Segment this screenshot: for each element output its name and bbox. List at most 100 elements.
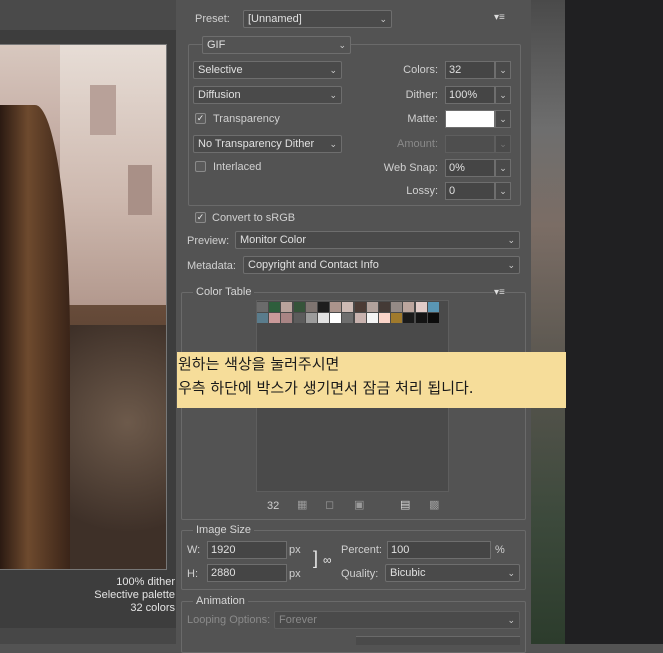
preview-label: Preview: (187, 235, 230, 247)
format-value: GIF (207, 39, 226, 51)
color-swatch[interactable] (318, 302, 329, 312)
color-swatch[interactable] (293, 313, 305, 323)
lock-icon[interactable]: ▣ (354, 498, 364, 511)
link-icon[interactable]: ∞ (323, 553, 332, 567)
color-swatch[interactable] (330, 302, 342, 312)
chevron-down-icon: ⌄ (507, 615, 515, 625)
color-swatch[interactable] (342, 313, 354, 323)
color-swatch[interactable] (379, 302, 390, 312)
lossy-input[interactable]: 0 (445, 182, 495, 200)
color-count: 32 (267, 500, 280, 512)
preview-info-annotation: 100% dither Selective palette 32 colors (94, 576, 175, 615)
interlaced-label: Interlaced (213, 161, 262, 173)
new-color-icon[interactable]: ▤ (400, 498, 410, 511)
dither-algorithm-value: Diffusion (198, 89, 241, 101)
color-swatch[interactable] (366, 313, 378, 323)
animation-title: Animation (193, 595, 248, 607)
lossy-label: Lossy: (406, 185, 438, 197)
colors-dropdown-button[interactable]: ⌄ (495, 61, 511, 79)
web-snap-dropdown-button[interactable]: ⌄ (495, 159, 511, 177)
dither-label: Dither: (405, 89, 438, 101)
matte-dropdown-button[interactable]: ⌄ (495, 110, 511, 128)
colors-input[interactable]: 32 (445, 61, 495, 79)
width-input[interactable]: 1920 (207, 541, 287, 559)
looping-options-dropdown: Forever ⌄ (274, 611, 520, 629)
color-swatch[interactable] (391, 302, 403, 312)
colors-label: Colors: (403, 64, 438, 76)
color-swatch[interactable] (342, 302, 354, 312)
preset-label: Preset: (195, 13, 230, 25)
quality-value: Bicubic (390, 567, 426, 579)
matte-color-swatch[interactable] (445, 110, 495, 128)
color-swatch[interactable] (403, 302, 415, 312)
color-reduction-dropdown[interactable]: Selective ⌄ (193, 61, 342, 79)
preset-dropdown[interactable]: [Unnamed] ⌄ (243, 10, 392, 28)
color-swatch[interactable] (305, 313, 317, 323)
preview-photo-window (90, 85, 116, 135)
color-swatch[interactable] (391, 313, 403, 323)
image-size-title: Image Size (193, 524, 255, 536)
dither-input[interactable]: 100% (445, 86, 495, 104)
color-swatch[interactable] (330, 313, 342, 323)
quality-dropdown[interactable]: Bicubic ⌄ (385, 564, 520, 582)
color-swatch[interactable] (427, 313, 439, 323)
preview-info-dither: 100% dither (116, 576, 175, 588)
dither-dropdown-button[interactable]: ⌄ (495, 86, 511, 104)
color-table-menu-icon[interactable]: ▾≡ (494, 287, 505, 298)
color-swatch[interactable] (281, 313, 293, 323)
interlaced-checkbox[interactable] (195, 161, 206, 172)
color-table-title: Color Table (193, 286, 255, 298)
color-swatch[interactable] (415, 302, 427, 312)
constrain-bracket-icon: ] (313, 548, 319, 568)
web-safe-icon[interactable]: ▦ (297, 498, 307, 511)
web-snap-label: Web Snap: (383, 162, 438, 174)
width-label: W: (187, 544, 201, 556)
color-swatch[interactable] (403, 313, 415, 323)
color-swatch[interactable] (305, 302, 317, 312)
color-swatch[interactable] (354, 313, 366, 323)
quality-label: Quality: (341, 568, 379, 580)
metadata-label: Metadata: (187, 260, 236, 272)
color-swatch[interactable] (269, 302, 281, 312)
preview-info-colors: 32 colors (130, 602, 175, 614)
color-swatch[interactable] (379, 313, 390, 323)
percent-label: Percent: (341, 544, 382, 556)
chevron-down-icon: ⌄ (507, 568, 515, 578)
amount-label: Amount: (397, 138, 438, 150)
color-swatch[interactable] (257, 302, 268, 312)
optimized-image-preview[interactable] (0, 44, 167, 570)
chevron-down-icon: ⌄ (329, 65, 337, 75)
transparency-dither-dropdown[interactable]: No Transparency Dither ⌄ (193, 135, 342, 153)
color-swatch[interactable] (281, 302, 293, 312)
color-swatch[interactable] (318, 313, 329, 323)
width-unit: px (289, 544, 301, 556)
amount-input (445, 135, 495, 153)
transparency-checkbox[interactable]: ✓ (195, 113, 206, 124)
looping-value: Forever (279, 614, 317, 626)
chevron-down-icon: ⌄ (329, 139, 337, 149)
color-swatch[interactable] (354, 302, 366, 312)
color-swatch[interactable] (366, 302, 378, 312)
format-dropdown[interactable]: GIF ⌄ (202, 36, 351, 54)
lossy-dropdown-button[interactable]: ⌄ (495, 182, 511, 200)
dither-algorithm-dropdown[interactable]: Diffusion ⌄ (193, 86, 342, 104)
metadata-dropdown[interactable]: Copyright and Contact Info ⌄ (243, 256, 520, 274)
preview-dropdown[interactable]: Monitor Color ⌄ (235, 231, 520, 249)
panel-menu-icon[interactable]: ▾≡ (494, 12, 505, 23)
convert-srgb-checkbox[interactable]: ✓ (195, 212, 206, 223)
trash-icon[interactable]: ▩ (429, 498, 439, 511)
chevron-down-icon: ⌄ (338, 40, 346, 50)
color-swatch[interactable] (415, 313, 427, 323)
matte-label: Matte: (407, 113, 438, 125)
height-input[interactable]: 2880 (207, 564, 287, 582)
color-swatch[interactable] (293, 302, 305, 312)
transparency-dither-value: No Transparency Dither (198, 138, 315, 150)
web-snap-input[interactable]: 0% (445, 159, 495, 177)
color-swatch[interactable] (269, 313, 281, 323)
original-image-strip (531, 0, 565, 644)
percent-input[interactable]: 100 (387, 541, 491, 559)
preview-photo-window (128, 165, 152, 215)
web-shift-cube-icon[interactable]: ◻ (325, 498, 334, 511)
color-swatch[interactable] (427, 302, 439, 312)
color-swatch[interactable] (257, 313, 268, 323)
